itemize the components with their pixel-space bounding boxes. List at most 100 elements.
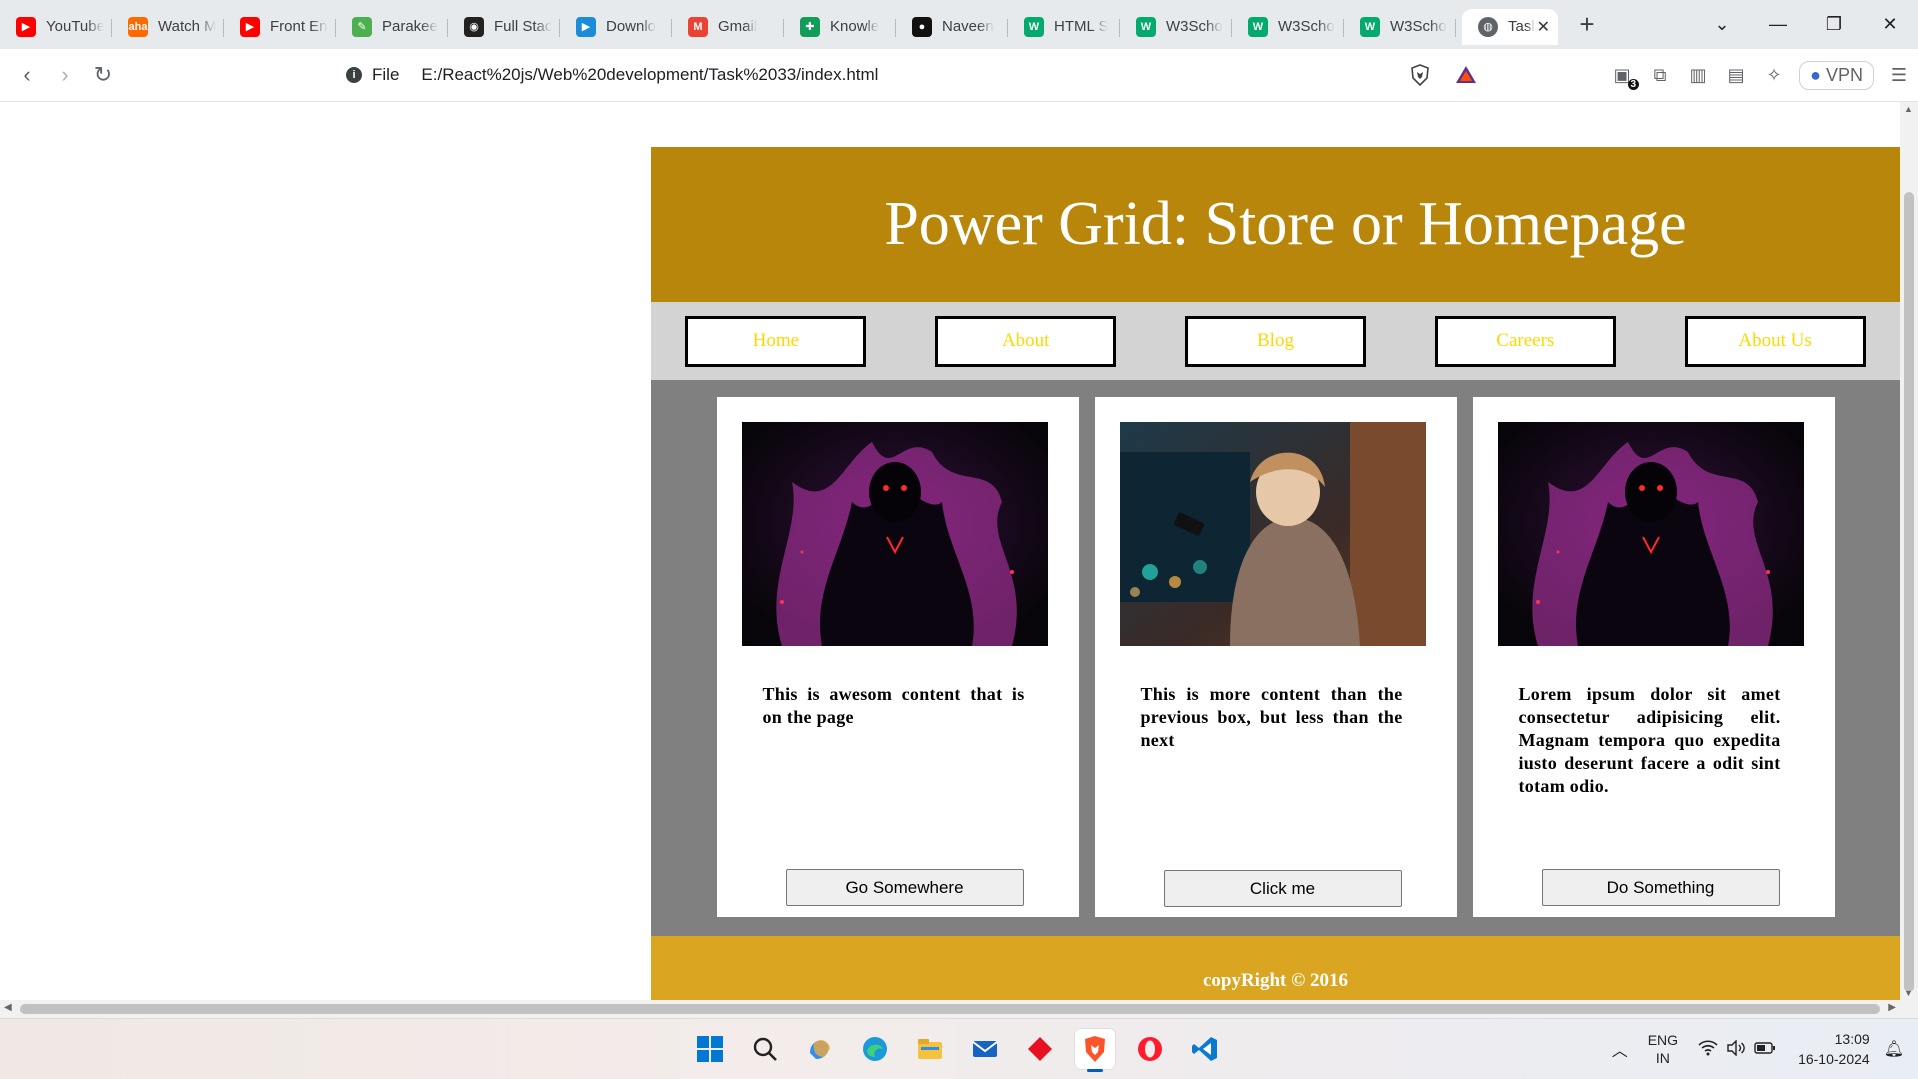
card-grid: This is awesom content that is on the pa… (651, 380, 1900, 936)
card-text: This is awesom content that is on the pa… (762, 684, 1025, 727)
tab-6[interactable]: ▶ Downlo (560, 9, 672, 45)
tab-4[interactable]: ✎ Parakee (336, 9, 448, 45)
tab-2[interactable]: aha Watch M (112, 9, 224, 45)
close-tab-icon[interactable]: ✕ (1537, 17, 1550, 37)
opera-icon[interactable] (1130, 1029, 1170, 1069)
vscode-icon[interactable] (1185, 1029, 1225, 1069)
vertical-scroll-thumb[interactable] (1904, 192, 1914, 992)
tab-title: W3Scho (1390, 18, 1447, 35)
tab-7[interactable]: M Gmail (672, 9, 784, 45)
tab-12[interactable]: W W3Scho (1232, 9, 1344, 45)
dark-demon-image (741, 422, 1048, 646)
scroll-left-icon[interactable]: ◀ (4, 1002, 12, 1013)
notification-bell-icon[interactable]: 🔔︎ (1884, 1039, 1904, 1059)
nav-blog[interactable]: Blog (1184, 315, 1366, 367)
extension-wallet-icon[interactable]: ▣ 3 (1603, 65, 1641, 90)
nav-home[interactable]: Home (685, 315, 867, 367)
search-icon[interactable] (745, 1029, 785, 1069)
tab-list: ▶ YouTube aha Watch M ▶ Front En ✎ Parakee ◉ Full… (0, 5, 1456, 45)
tab-5[interactable]: ◉ Full Stac (448, 9, 560, 45)
parakeet-icon: ✎ (352, 16, 372, 37)
leo-ai-icon[interactable]: ✧ (1755, 65, 1793, 86)
tab-active[interactable]: ◍ Tasl ✕ (1462, 8, 1558, 45)
youtube-icon: ▶ (240, 16, 260, 37)
address-bar[interactable]: i File E:/React%20js/Web%20development/T… (290, 56, 1504, 94)
taskbar-icons (690, 1029, 1225, 1072)
w3schools-icon: W (1024, 16, 1044, 37)
site-header: Power Grid: Store or Homepage (651, 147, 1900, 302)
copilot-icon[interactable] (800, 1029, 840, 1069)
tab-10[interactable]: W HTML S (1008, 9, 1120, 45)
nav-about-us[interactable]: About Us (1684, 315, 1866, 367)
brave-rewards-icon[interactable] (1454, 63, 1478, 87)
page-title: Power Grid: Store or Homepage (884, 190, 1687, 258)
close-window-button[interactable]: ✕ (1862, 14, 1918, 35)
forward-button[interactable]: › (46, 62, 84, 88)
tab-9[interactable]: ● Naveen (896, 9, 1008, 45)
tab-title: HTML S (1054, 18, 1109, 35)
new-tab-button[interactable]: + (1572, 9, 1602, 40)
scroll-up-icon[interactable]: ▲ (1904, 104, 1913, 114)
sidebar-icon[interactable]: ▥ (1679, 65, 1717, 86)
info-icon[interactable]: i (346, 67, 362, 83)
nav-about[interactable]: About (935, 315, 1117, 367)
w3schools-icon: W (1248, 16, 1268, 37)
vertical-scrollbar[interactable]: ▲ ▼ (1900, 102, 1918, 1000)
tab-title: Naveen (942, 18, 994, 35)
site-nav: Home About Blog Careers About Us (651, 302, 1900, 380)
tab-3[interactable]: ▶ Front En (224, 9, 336, 45)
tab-13[interactable]: W W3Scho (1344, 9, 1456, 45)
clock[interactable]: 13:09 16-10-2024 (1798, 1029, 1870, 1069)
site-footer: copyRight © 2016 (651, 936, 1900, 1000)
tab-8[interactable]: ✚ Knowle (784, 9, 896, 45)
window-controls: ⌄ — ❐ ✕ (1694, 0, 1918, 49)
tab-title: W3Scho (1278, 18, 1335, 35)
wallet-icon[interactable]: ▤ (1717, 65, 1755, 86)
vpn-button[interactable]: ● VPN (1799, 60, 1874, 90)
card-text: Lorem ipsum dolor sit amet consectetur a… (1518, 684, 1781, 796)
click-me-button[interactable]: Click me (1163, 870, 1402, 907)
card-2: This is more content than the previous b… (1094, 397, 1457, 917)
reload-button[interactable]: ↻ (84, 62, 122, 88)
menu-icon[interactable]: ☰ (1880, 65, 1918, 86)
browser-tab-strip: ▶ YouTube aha Watch M ▶ Front En ✎ Parakee ◉ Full… (0, 0, 1918, 49)
github-icon: ● (912, 16, 932, 37)
mail-icon[interactable] (965, 1029, 1005, 1069)
play-icon: ▶ (576, 16, 596, 37)
minimize-button[interactable]: — (1750, 14, 1806, 35)
w3schools-icon: W (1136, 16, 1156, 37)
chevron-up-icon[interactable]: ︿ (1612, 1037, 1628, 1061)
nav-careers[interactable]: Careers (1434, 315, 1616, 367)
brave-shield-icon[interactable] (1408, 63, 1432, 87)
card-text: This is more content than the previous b… (1140, 684, 1403, 750)
scroll-right-icon[interactable]: ▶ (1888, 1002, 1896, 1013)
start-menu-icon[interactable] (690, 1029, 730, 1069)
battery-icon[interactable] (1754, 1041, 1776, 1058)
volume-icon[interactable] (1726, 1038, 1746, 1059)
fullstack-icon: ◉ (464, 16, 484, 37)
brave-browser-icon[interactable] (1075, 1029, 1115, 1072)
go-somewhere-button[interactable]: Go Somewhere (785, 869, 1024, 906)
file-explorer-icon[interactable] (910, 1029, 950, 1069)
scroll-down-icon[interactable]: ▼ (1904, 988, 1913, 998)
app-red-diamond-icon[interactable] (1020, 1029, 1060, 1069)
card-3: Lorem ipsum dolor sit amet consectetur a… (1472, 397, 1835, 917)
extensions-puzzle-icon[interactable]: ⧉ (1641, 65, 1679, 86)
edge-icon[interactable] (855, 1029, 895, 1069)
wifi-icon[interactable] (1698, 1039, 1718, 1059)
tab-title: Front En (270, 18, 328, 35)
restore-button[interactable]: ❐ (1806, 14, 1862, 35)
tab-search-chevron-icon[interactable]: ⌄ (1694, 14, 1750, 35)
horizontal-scrollbar[interactable]: ◀ ▶ (0, 1000, 1918, 1018)
language-indicator[interactable]: ENG IN (1648, 1031, 1678, 1067)
tab-1[interactable]: ▶ YouTube (0, 9, 112, 45)
region-code: IN (1655, 1050, 1670, 1066)
boy-with-phone-image (1119, 422, 1426, 646)
tab-11[interactable]: W W3Scho (1120, 9, 1232, 45)
youtube-icon: ▶ (16, 16, 36, 37)
back-button[interactable]: ‹ (8, 62, 46, 88)
horizontal-scroll-thumb[interactable] (20, 1004, 1880, 1014)
tab-title: Full Stac (494, 18, 552, 35)
url-text[interactable]: E:/React%20js/Web%20development/Task%203… (421, 65, 878, 85)
do-something-button[interactable]: Do Something (1541, 869, 1780, 906)
